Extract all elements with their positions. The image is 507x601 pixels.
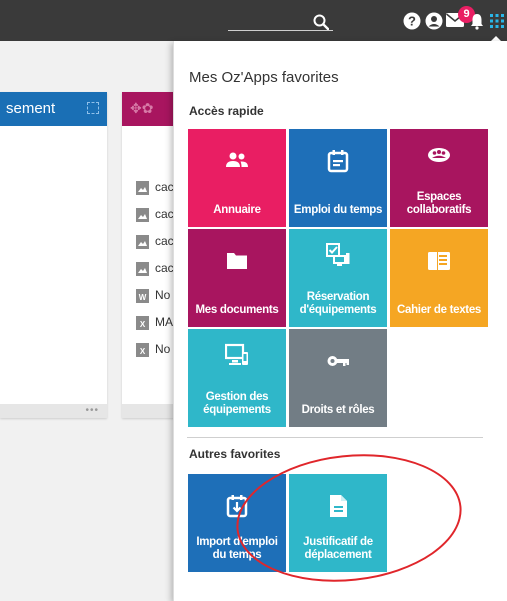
- file-item[interactable]: cac: [136, 207, 174, 223]
- tile-droits-et-roles[interactable]: Droits et rôles: [289, 329, 387, 427]
- tile-mes-documents[interactable]: Mes documents: [188, 229, 286, 327]
- file-item[interactable]: cac: [136, 234, 174, 250]
- tile-label: Gestion des équipements: [203, 391, 271, 416]
- tile-label: Réservation d'équipements: [299, 291, 377, 316]
- file-item[interactable]: cac: [136, 261, 174, 277]
- tile-cahier-de-textes[interactable]: Cahier de textes: [390, 229, 488, 327]
- widget-panel: sement •••: [0, 92, 107, 418]
- image-file-icon: [136, 261, 149, 276]
- widget-footer: •••: [0, 404, 107, 418]
- tile-annuaire[interactable]: Annuaire: [188, 129, 286, 227]
- tile-label: Cahier de textes: [396, 304, 482, 316]
- tile-label: Import d'emploi du temps: [196, 536, 278, 561]
- section-divider: [187, 437, 483, 438]
- document-icon: [330, 495, 347, 517]
- svg-text:X: X: [140, 347, 146, 356]
- dropdown-title: Mes Oz'Apps favorites: [189, 69, 339, 86]
- tile-label: Droits et rôles: [301, 404, 375, 416]
- tile-espaces-collaboratifs[interactable]: Espaces collaboratifs: [390, 129, 488, 227]
- image-file-icon: [136, 234, 149, 249]
- other-favorites-title: Autres favorites: [189, 447, 281, 461]
- tile-label: Justificatif de déplacement: [303, 536, 373, 561]
- settings-icon[interactable]: ✥✿: [130, 100, 156, 118]
- file-item[interactable]: W No: [136, 288, 170, 304]
- file-name: No: [155, 342, 171, 356]
- file-name: cac: [155, 261, 174, 275]
- file-name: MA: [155, 315, 173, 329]
- svg-text:?: ?: [408, 14, 416, 29]
- people-icon: [226, 152, 248, 167]
- file-name: cac: [155, 180, 174, 194]
- svg-text:W: W: [139, 293, 147, 302]
- excel-file-icon: X: [136, 342, 149, 357]
- help-icon[interactable]: ?: [403, 12, 421, 30]
- top-bar: ? 9: [0, 0, 507, 41]
- tile-emploi-du-temps[interactable]: Emploi du temps: [289, 129, 387, 227]
- calendar-import-icon: [226, 495, 248, 518]
- user-icon[interactable]: [425, 12, 443, 30]
- tile-label: Espaces collaboratifs: [406, 191, 472, 216]
- favorites-dropdown: Mes Oz'Apps favorites Accès rapide Annua…: [173, 41, 507, 601]
- file-item[interactable]: X No: [136, 342, 170, 358]
- tile-import-emploi-du-temps[interactable]: Import d'emploi du temps: [188, 474, 286, 572]
- equipment-booking-icon: [326, 243, 350, 266]
- file-name: cac: [155, 234, 174, 248]
- word-file-icon: W: [136, 288, 149, 303]
- key-icon: [327, 356, 349, 366]
- quick-access-title: Accès rapide: [189, 104, 264, 118]
- search-icon[interactable]: [313, 14, 329, 30]
- bell-icon[interactable]: [468, 12, 486, 30]
- folder-icon: [227, 253, 247, 269]
- tile-justificatif-de-deplacement[interactable]: Justificatif de déplacement: [289, 474, 387, 572]
- tile-reservation-equipements[interactable]: Réservation d'équipements: [289, 229, 387, 327]
- file-name: No: [155, 288, 171, 302]
- image-file-icon: [136, 207, 149, 222]
- more-icon[interactable]: •••: [85, 405, 99, 416]
- tile-label: Annuaire: [213, 204, 261, 216]
- file-item[interactable]: X MA: [136, 315, 173, 331]
- tile-gestion-des-equipements[interactable]: Gestion des équipements: [188, 329, 286, 427]
- file-name: cac: [155, 207, 174, 221]
- tile-label: Emploi du temps: [293, 204, 383, 216]
- expand-icon[interactable]: [87, 102, 99, 114]
- devices-icon: [225, 343, 248, 365]
- excel-file-icon: X: [136, 315, 149, 330]
- file-item[interactable]: cac: [136, 180, 174, 196]
- apps-grid-icon[interactable]: [490, 14, 504, 28]
- tile-label: Mes documents: [195, 304, 279, 316]
- svg-text:X: X: [140, 320, 146, 329]
- calendar-icon: [327, 150, 349, 173]
- group-icon: [428, 148, 450, 162]
- image-file-icon: [136, 180, 149, 195]
- search-input[interactable]: [228, 30, 333, 31]
- notebook-icon: [428, 252, 450, 270]
